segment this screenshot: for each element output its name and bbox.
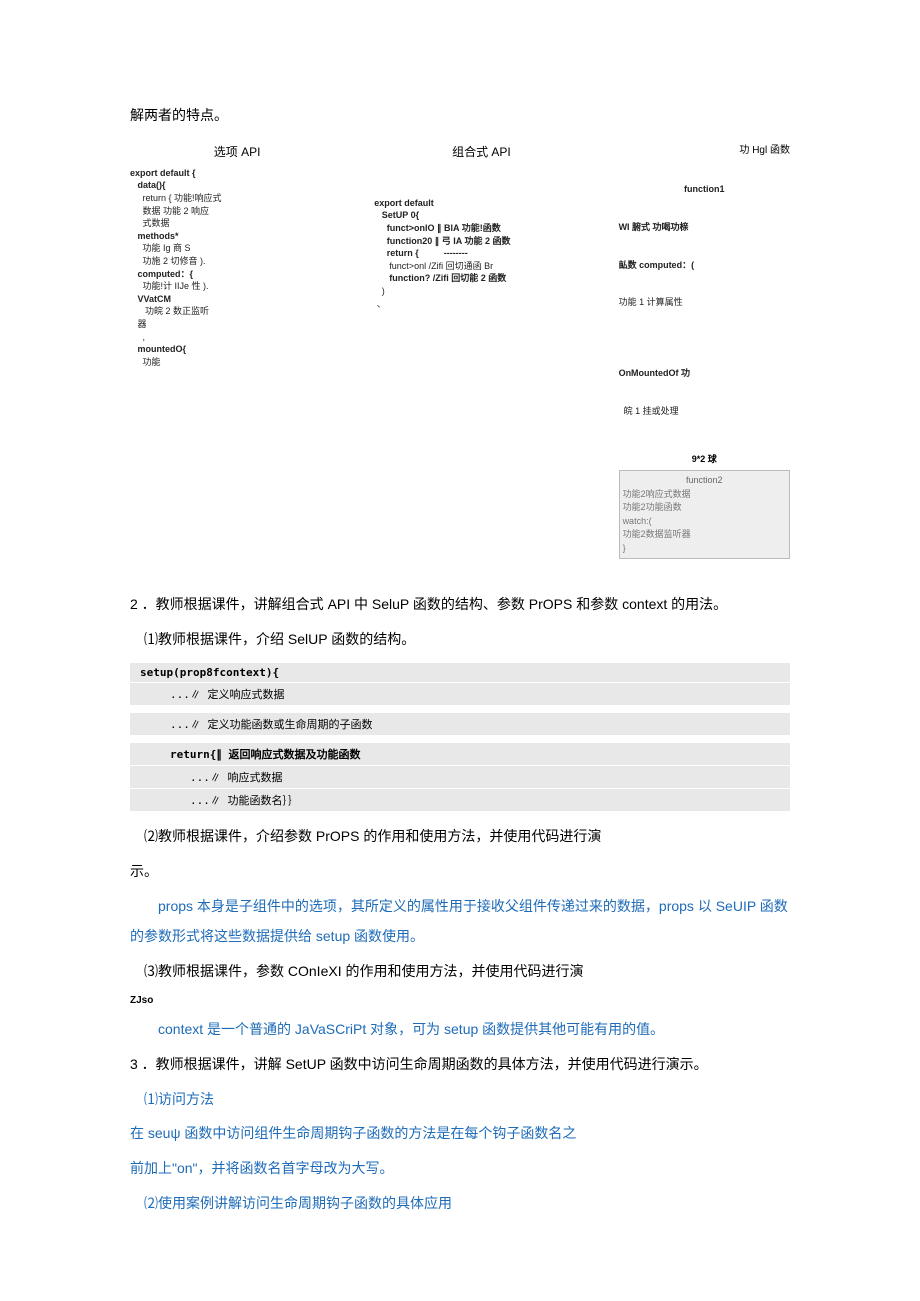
function-col: 功 Hgl 函数 function1 WI 腑式 功喝功榇 畆数 compute…	[619, 143, 790, 560]
function2-box: function2 功能2响应式数据 功能2功能函数 watch:( 功能2数据…	[619, 470, 790, 559]
section-2-3a: ⑶教师根据课件，参数 COnIeXI 的作用和使用方法，并使用代码进行演	[130, 956, 790, 987]
composition-api-code: export default SetUP 0{ funct>onlO ∥ BlA…	[374, 167, 588, 310]
code-row: ...∥ 响应式数据	[130, 766, 790, 788]
zjso-label: ZJso	[130, 995, 790, 1006]
section-3-1b: 在 seuψ 函数中访问组件生命周期钩子函数的方法是在每个钩子函数名之	[130, 1118, 790, 1149]
code-row: ...∥ 定义功能函数或生命周期的子函数	[130, 713, 790, 735]
intro-text: 解两者的特点。	[130, 100, 790, 131]
api-comparison-diagram: 选项 API export default { data(){ return {…	[130, 143, 790, 560]
code-row: return{∥ 返回响应式数据及功能函数	[130, 743, 790, 765]
options-api-col: 选项 API export default { data(){ return {…	[130, 143, 344, 560]
options-api-title: 选项 API	[130, 143, 344, 161]
section-2-2b: 示。	[130, 856, 790, 887]
function-col-title: 功 Hgl 函数	[619, 143, 790, 158]
code-row: ...∥ 定义响应式数据	[130, 683, 790, 705]
code-row	[130, 736, 790, 742]
section-3-1c: 前加上"on"，并将函数名首字母改为大写。	[130, 1153, 790, 1184]
section-3: 3 ．教师根据课件，讲解 SetUP 函数中访问生命周期函数的具体方法，并使用代…	[130, 1049, 790, 1080]
function1-block: function1 WI 腑式 功喝功榇 畆数 computed：( 功能 1 …	[619, 158, 790, 443]
code-row	[130, 706, 790, 712]
section-3-2: ⑵使用案例讲解访问生命周期钩子函数的具体应用	[130, 1188, 790, 1219]
options-api-code: export default { data(){ return { 功能!响应式…	[130, 167, 344, 369]
composition-api-title: 组合式 API	[374, 143, 588, 161]
section-2: 2 ．教师根据课件，讲解组合式 API 中 SeluP 函数的结构、参数 PrO…	[130, 589, 790, 620]
composition-api-col: 组合式 API export default SetUP 0{ funct>on…	[374, 143, 588, 560]
props-explanation: props 本身是子组件中的选项，其所定义的属性用于接收父组件传递过来的数据，p…	[130, 891, 790, 953]
section-3-1: ⑴访问方法	[130, 1084, 790, 1115]
section-2-1: ⑴教师根据课件，介绍 SelUP 函数的结构。	[130, 624, 790, 655]
code-row: setup(prop8fcontext){	[130, 663, 790, 682]
code-row: ...∥ 功能函数名｝｝	[130, 789, 790, 811]
section-2-2a: ⑵教师根据课件，介绍参数 PrOPS 的作用和使用方法，并使用代码进行演	[130, 821, 790, 852]
context-explanation: context 是一个普通的 JaVaSCriPt 对象，可为 setup 函数…	[130, 1014, 790, 1045]
setup-code-block: setup(prop8fcontext){ ...∥ 定义响应式数据 ...∥ …	[130, 663, 790, 811]
